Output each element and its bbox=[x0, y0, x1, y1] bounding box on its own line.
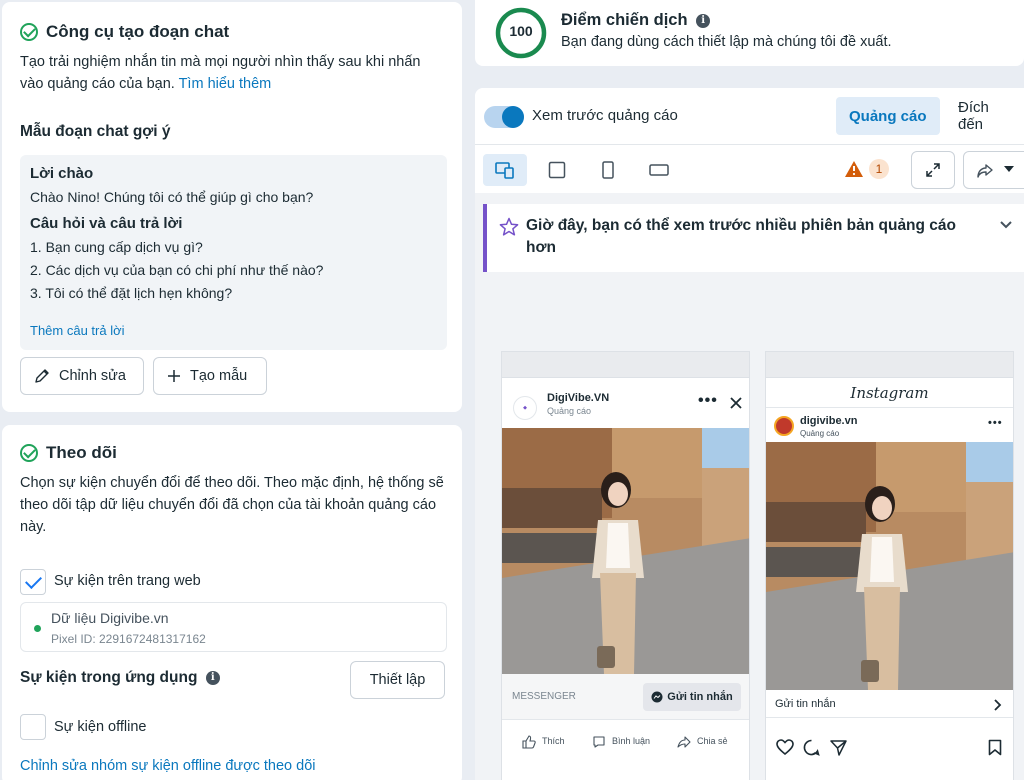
device-toolbar: 1 bbox=[475, 145, 1024, 193]
chat-builder-panel: Công cụ tạo đoạn chat Tạo trải nghiệm nh… bbox=[2, 2, 462, 412]
tab-ads[interactable]: Quảng cáo bbox=[836, 97, 940, 135]
check-circle-icon bbox=[20, 23, 38, 41]
chevron-down-icon[interactable] bbox=[999, 220, 1013, 230]
instagram-logo: Instagram bbox=[766, 378, 1013, 408]
ad-image bbox=[766, 442, 1013, 690]
facebook-ad-preview[interactable]: ◆ DigiVibe.VN Quảng cáo ••• MESSENGER Gử… bbox=[501, 351, 750, 780]
check-circle-icon bbox=[20, 444, 38, 462]
greeting-text: Chào Nino! Chúng tôi có thể giúp gì cho … bbox=[30, 189, 314, 205]
pencil-icon bbox=[35, 369, 49, 383]
expand-button[interactable] bbox=[911, 151, 955, 189]
preview-toolbar: Xem trước quảng cáo Quảng cáo Đích đến bbox=[475, 88, 1024, 145]
bookmark-icon[interactable] bbox=[988, 739, 1002, 756]
web-events-label: Sự kiện trên trang web bbox=[54, 573, 201, 589]
setup-button[interactable]: Thiết lập bbox=[350, 661, 445, 699]
cta-row[interactable]: Gửi tin nhắn bbox=[766, 690, 1013, 718]
chat-builder-title: Công cụ tạo đoạn chat bbox=[46, 22, 230, 41]
tracking-title: Theo dõi bbox=[46, 443, 117, 462]
template-preview-box: Lời chào Chào Nino! Chúng tôi có thể giú… bbox=[20, 155, 447, 350]
comment-icon[interactable] bbox=[592, 735, 606, 749]
edit-button[interactable]: Chỉnh sửa bbox=[20, 357, 144, 395]
like-label[interactable]: Thích bbox=[542, 736, 565, 746]
preview-toggle-label: Xem trước quảng cáo bbox=[532, 107, 678, 124]
score-title: Điểm chiến dịch i bbox=[561, 11, 711, 30]
score-value: 100 bbox=[509, 23, 533, 39]
info-banner: Giờ đây, bạn có thể xem trước nhiều phiê… bbox=[483, 204, 1024, 272]
messenger-icon bbox=[651, 691, 663, 703]
pixel-id: Pixel ID: 2291672481317162 bbox=[51, 632, 206, 646]
greeting-title: Lời chào bbox=[30, 165, 94, 182]
share-button[interactable] bbox=[963, 151, 1024, 189]
info-icon[interactable]: i bbox=[205, 670, 220, 685]
square-format-icon[interactable] bbox=[535, 154, 579, 186]
preview-toggle[interactable] bbox=[484, 106, 524, 128]
account-avatar bbox=[774, 416, 794, 436]
send-message-button[interactable]: Gửi tin nhắn bbox=[643, 683, 741, 711]
offline-events-checkbox[interactable] bbox=[20, 714, 46, 740]
dataset-name: Dữ liệu Digivibe.vn bbox=[51, 610, 169, 626]
question-item: 3. Tôi có thể đặt lịch hẹn không? bbox=[30, 285, 233, 301]
score-subtitle: Bạn đang dùng cách thiết lập mà chúng tô… bbox=[561, 34, 892, 50]
tracking-panel: Theo dõi Chọn sự kiện chuyển đổi để theo… bbox=[2, 425, 462, 780]
qa-title: Câu hỏi và câu trả lời bbox=[30, 215, 183, 232]
campaign-score-panel: 100 Điểm chiến dịch i Bạn đang dùng cách… bbox=[475, 0, 1024, 66]
learn-more-link[interactable]: Tìm hiểu thêm bbox=[179, 76, 272, 92]
comment-label[interactable]: Bình luận bbox=[612, 736, 650, 746]
cta-label: Gửi tin nhắn bbox=[775, 698, 836, 710]
chat-builder-description: Tạo trải nghiệm nhắn tin mà mọi người nh… bbox=[20, 54, 421, 92]
web-events-checkbox[interactable] bbox=[20, 569, 46, 595]
star-icon bbox=[499, 217, 519, 236]
close-icon[interactable] bbox=[730, 397, 742, 409]
templates-title: Mẫu đoạn chat gợi ý bbox=[20, 123, 171, 140]
instagram-ad-preview[interactable]: Instagram digivibe.vn Quảng cáo ••• Gửi … bbox=[765, 351, 1014, 780]
warning-icon[interactable] bbox=[844, 160, 864, 178]
app-events-title: Sự kiện trong ứng dụng i bbox=[20, 669, 220, 687]
vertical-format-icon[interactable] bbox=[586, 154, 630, 186]
all-placements-icon[interactable] bbox=[483, 154, 527, 186]
send-icon[interactable] bbox=[830, 739, 847, 756]
plus-icon bbox=[168, 370, 180, 382]
info-icon[interactable]: i bbox=[696, 13, 711, 28]
share-icon[interactable] bbox=[677, 735, 691, 749]
offline-events-label: Sự kiện offline bbox=[54, 719, 147, 735]
more-options-icon[interactable]: ••• bbox=[698, 392, 718, 410]
pixel-dataset-box[interactable]: Dữ liệu Digivibe.vn Pixel ID: 2291672481… bbox=[20, 602, 447, 652]
add-answer-link[interactable]: Thêm câu trả lời bbox=[30, 323, 125, 338]
tracking-description: Chọn sự kiện chuyển đổi để theo dõi. The… bbox=[20, 475, 444, 535]
sponsored-label: Quảng cáo bbox=[800, 429, 840, 438]
page-name: DigiVibe.VN bbox=[547, 392, 610, 404]
comment-icon[interactable] bbox=[803, 739, 820, 756]
horizontal-format-icon[interactable] bbox=[637, 154, 681, 186]
tracking-header: Theo dõi bbox=[20, 443, 117, 463]
ad-preview-panel: Xem trước quảng cáo Quảng cáo Đích đến 1 bbox=[475, 88, 1024, 780]
heart-icon[interactable] bbox=[776, 739, 794, 755]
ad-image bbox=[502, 428, 749, 674]
banner-text: Giờ đây, bạn có thể xem trước nhiều phiê… bbox=[526, 217, 957, 256]
share-arrow-icon bbox=[977, 164, 993, 178]
like-icon[interactable] bbox=[522, 735, 536, 749]
question-item: 2. Các dịch vụ của bạn có chi phí như th… bbox=[30, 262, 324, 278]
page-avatar: ◆ bbox=[513, 396, 537, 420]
tab-destination[interactable]: Đích đến bbox=[945, 97, 1024, 135]
create-template-button[interactable]: Tạo mẫu bbox=[153, 357, 267, 395]
cta-platform: MESSENGER bbox=[512, 691, 576, 702]
cta-bar: MESSENGER Gửi tin nhắn bbox=[502, 674, 749, 720]
edit-offline-events-link[interactable]: Chỉnh sửa nhóm sự kiện offline được theo… bbox=[20, 758, 316, 774]
account-name: digivibe.vn bbox=[800, 415, 858, 427]
caret-down-icon bbox=[1004, 166, 1014, 172]
status-dot-icon bbox=[34, 625, 41, 632]
expand-icon bbox=[926, 163, 940, 177]
action-bar: Thích Bình luận Chia sẻ bbox=[502, 732, 749, 752]
warning-count-badge: 1 bbox=[869, 159, 889, 179]
question-item: 1. Bạn cung cấp dịch vụ gì? bbox=[30, 239, 203, 255]
sponsored-label: Quảng cáo bbox=[547, 406, 592, 416]
more-options-icon[interactable]: ••• bbox=[988, 417, 1003, 429]
share-label[interactable]: Chia sẻ bbox=[697, 736, 728, 746]
chevron-right-icon bbox=[994, 699, 1002, 711]
chat-builder-header: Công cụ tạo đoạn chat bbox=[20, 22, 229, 42]
